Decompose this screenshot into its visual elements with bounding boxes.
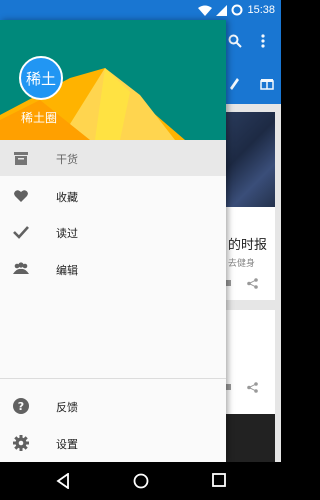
group-icon	[13, 262, 29, 274]
clock: 15:38	[247, 4, 275, 16]
recents-icon[interactable]	[212, 473, 226, 487]
username[interactable]: 稀土圈	[21, 109, 57, 126]
avatar[interactable]: 稀土	[19, 56, 63, 100]
drawer-item-edit[interactable]: 编辑	[0, 251, 226, 287]
more-vert-icon[interactable]	[261, 34, 265, 48]
drawer-divider	[0, 378, 226, 379]
drawer-item-favorites[interactable]: 收藏	[0, 178, 226, 214]
drawer-item-label: 读过	[56, 227, 78, 240]
card-image	[225, 112, 275, 207]
drawer-header: 稀土 稀土圈	[0, 20, 226, 140]
drawer-item-feedback[interactable]: ? 反馈	[0, 388, 226, 424]
pencil-icon[interactable]	[228, 76, 240, 90]
gift-icon[interactable]	[260, 76, 274, 90]
drawer-item-label: 编辑	[56, 264, 78, 277]
drawer-item-label: 干货	[56, 153, 78, 166]
drawer-item-label: 收藏	[56, 191, 78, 204]
background-card-2[interactable]	[225, 310, 275, 420]
card-title: 的时报	[228, 237, 268, 252]
drawer-item-settings[interactable]: 设置	[0, 425, 226, 461]
system-nav-bar	[0, 462, 281, 500]
settings-icon	[13, 435, 29, 451]
card-subtitle: 去健身	[228, 259, 256, 269]
home-icon[interactable]	[133, 473, 149, 489]
svg-text:?: ?	[18, 400, 24, 413]
drawer-item-ganhuo[interactable]: 干货	[0, 140, 226, 176]
navigation-drawer: 稀土 稀土圈 干货 收藏 读过 编辑 ? 反馈 设置	[0, 20, 226, 462]
drawer-item-read[interactable]: 读过	[0, 214, 226, 250]
battery-icon	[231, 4, 243, 16]
back-icon[interactable]	[56, 473, 70, 489]
wifi-icon	[198, 5, 213, 16]
drawer-item-label: 设置	[56, 438, 78, 451]
check-icon	[13, 226, 29, 239]
share-icon[interactable]	[247, 382, 258, 393]
background-card-1[interactable]	[225, 112, 275, 300]
help-icon: ?	[13, 398, 29, 414]
share-icon[interactable]	[247, 278, 258, 289]
archive-icon	[14, 152, 28, 165]
search-icon[interactable]	[228, 34, 242, 48]
heart-icon	[14, 190, 28, 202]
status-bar: 15:38	[0, 0, 281, 20]
background-card-3[interactable]	[225, 414, 275, 462]
drawer-item-label: 反馈	[56, 401, 78, 414]
signal-icon	[216, 4, 228, 16]
